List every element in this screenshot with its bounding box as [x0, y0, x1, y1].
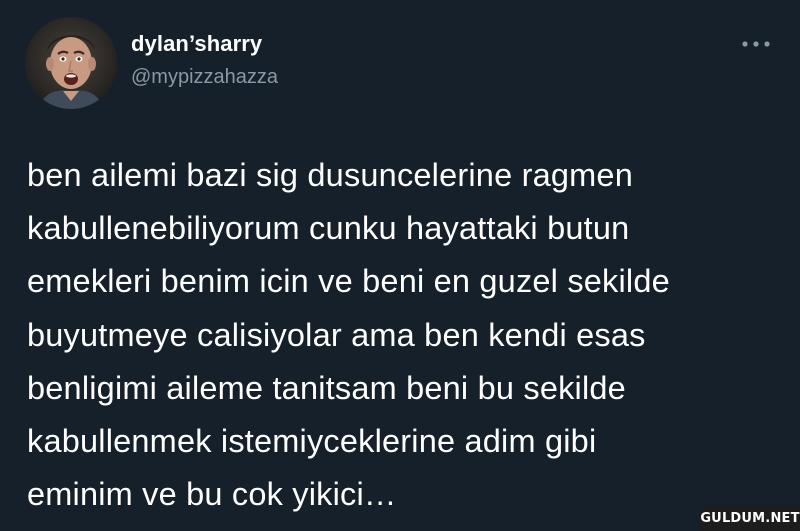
author-avatar[interactable] — [25, 17, 117, 109]
tweet-text: ben ailemi bazi sig dusuncelerine ragmen… — [27, 157, 670, 513]
avatar-photo-icon — [25, 17, 117, 109]
author-handle[interactable]: @mypizzahazza — [131, 66, 278, 89]
watermark-text: GULDUM.NET — [700, 511, 800, 526]
tweet-card: dylan’sharry @mypizzahazza ben ailemi ba… — [0, 0, 800, 531]
more-horizontal-icon[interactable] — [738, 34, 774, 54]
site-watermark: GULDUM.NET — [700, 506, 800, 531]
author-display-name[interactable]: dylan’sharry — [131, 31, 262, 57]
